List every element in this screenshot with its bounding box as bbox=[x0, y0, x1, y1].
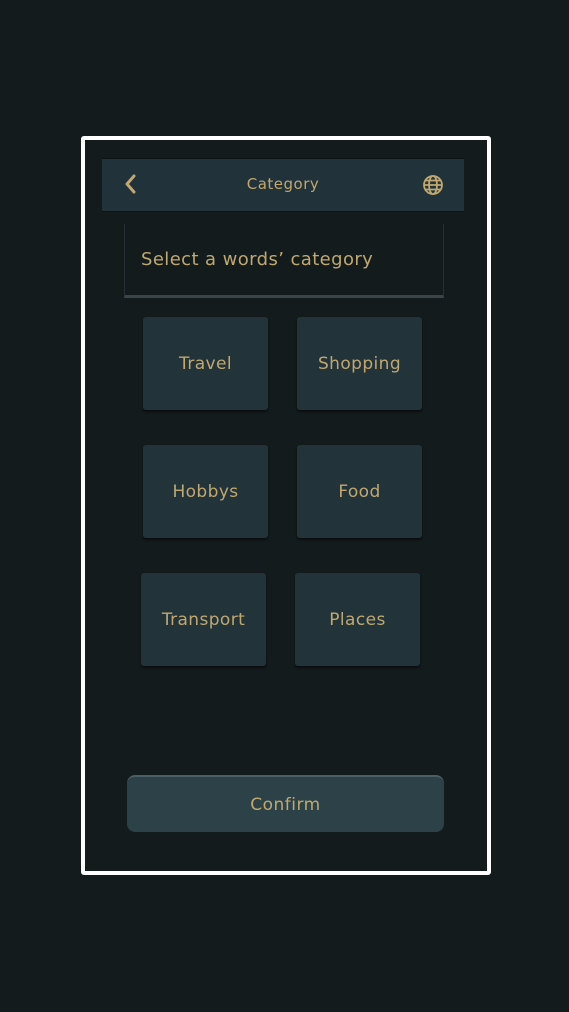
page-title: Category bbox=[246, 175, 320, 193]
category-shopping[interactable]: Shopping bbox=[297, 317, 422, 410]
category-hobbys[interactable]: Hobbys bbox=[143, 445, 268, 538]
instruction-box: Select a words’ category bbox=[124, 224, 444, 298]
category-food[interactable]: Food bbox=[297, 445, 422, 538]
category-transport[interactable]: Transport bbox=[141, 573, 266, 666]
top-bar: Category bbox=[102, 158, 464, 212]
category-travel[interactable]: Travel bbox=[143, 317, 268, 410]
instruction-text: Select a words’ category bbox=[141, 249, 374, 270]
category-places[interactable]: Places bbox=[295, 573, 420, 666]
confirm-button[interactable]: Confirm bbox=[127, 775, 444, 832]
globe-icon[interactable] bbox=[422, 174, 444, 196]
